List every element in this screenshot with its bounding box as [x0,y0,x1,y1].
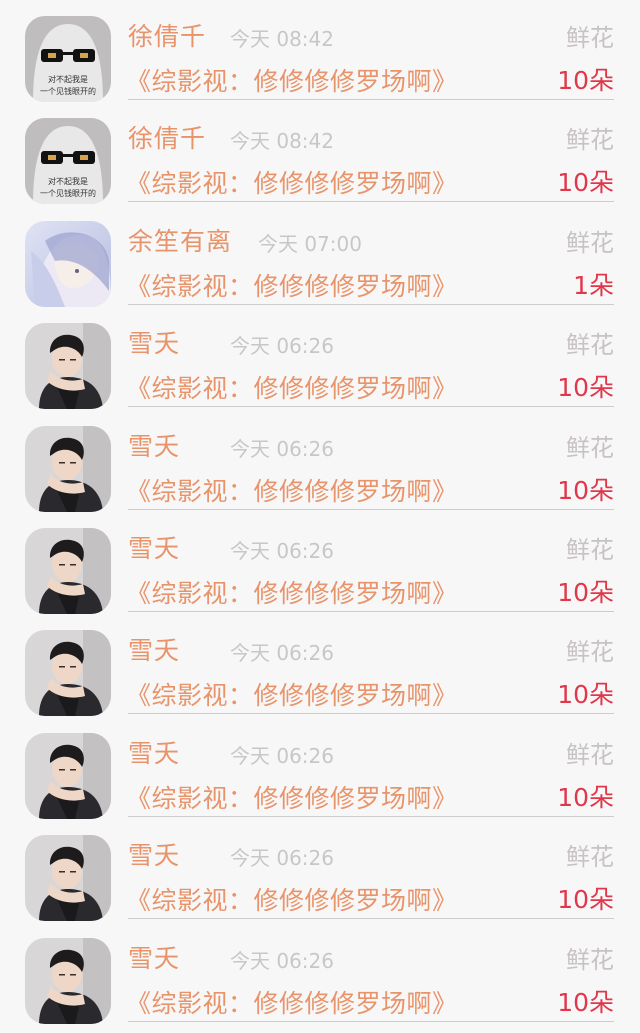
avatar[interactable]: 对不起我是 一个见钱眼开的 [25,16,111,102]
work-title[interactable]: 《综影视：修修修修罗场啊》 [126,369,458,405]
gift-count: 10朵 [557,885,614,915]
avatar-caption-line2: 一个见钱眼开的 [40,86,96,96]
work-title[interactable]: 《综影视：修修修修罗场啊》 [126,164,458,200]
avatar-caption-line1: 对不起我是 [48,74,88,84]
ghost-avatar-icon: 对不起我是 一个见钱眼开的 [25,16,111,102]
gift-record-content: 雪夭 今天 06:26 鲜花 《综影视：修修修修罗场啊》 10朵 [126,720,614,817]
gift-record-row-2[interactable]: 对不起我是 一个见钱眼开的 徐倩千 今天 08:42 鲜花 《综影视：修修修修罗… [0,105,640,207]
gift-count: 10朵 [557,168,614,198]
man-portrait-avatar-icon [25,835,111,922]
man-portrait-avatar-icon [25,937,111,1024]
timestamp: 今天 06:26 [230,948,334,973]
work-title[interactable]: 《综影视：修修修修罗场啊》 [126,984,458,1020]
gift-count: 10朵 [557,578,614,607]
gift-type-label: 鲜花 [566,740,614,769]
gift-record-row-10[interactable]: 雪夭 今天 06:26 鲜花 《综影视：修修修修罗场啊》 10朵 [0,925,640,1027]
timestamp: 今天 06:26 [230,436,334,461]
avatar[interactable] [25,732,111,819]
ghost-avatar-icon: 对不起我是 一个见钱眼开的 [25,118,111,205]
gift-record-row-7[interactable]: 雪夭 今天 06:26 鲜花 《综影视：修修修修罗场啊》 10朵 [0,617,640,719]
timestamp: 今天 08:42 [230,129,334,154]
gift-record-row-9[interactable]: 雪夭 今天 06:26 鲜花 《综影视：修修修修罗场啊》 10朵 [0,822,640,924]
work-title[interactable]: 《综影视：修修修修罗场啊》 [126,267,458,303]
gift-record-content: 雪夭 今天 06:26 鲜花 《综影视：修修修修罗场啊》 10朵 [126,413,614,510]
timestamp: 今天 06:26 [230,743,334,768]
sender-name[interactable]: 雪夭 [128,324,180,360]
anime-girl-avatar-icon [25,220,111,307]
sender-name[interactable]: 雪夭 [128,734,180,770]
gift-type-label: 鲜花 [566,126,614,155]
gift-count: 10朵 [557,66,614,95]
man-portrait-avatar-icon [25,630,111,717]
gift-record-content: 徐倩千 今天 08:42 鲜花 《综影视：修修修修罗场啊》 10朵 [126,105,614,203]
gift-record-content: 雪夭 今天 06:26 鲜花 《综影视：修修修修罗场啊》 10朵 [126,310,614,408]
work-title[interactable]: 《综影视：修修修修罗场啊》 [126,881,458,917]
gift-count: 10朵 [557,680,614,710]
avatar[interactable] [25,630,111,717]
work-title[interactable]: 《综影视：修修修修罗场啊》 [126,779,458,815]
gift-count: 10朵 [557,373,614,403]
gift-type-label: 鲜花 [566,331,614,360]
man-portrait-avatar-icon [25,528,111,614]
gift-record-content: 雪夭 今天 06:26 鲜花 《综影视：修修修修罗场啊》 10朵 [126,515,614,612]
avatar[interactable] [25,937,111,1024]
gift-record-content: 余笙有离 今天 07:00 鲜花 《综影视：修修修修罗场啊》 1朵 [126,208,614,305]
man-portrait-avatar-icon [25,732,111,819]
gift-count: 10朵 [557,782,614,812]
sender-name[interactable]: 徐倩千 [128,17,206,53]
avatar[interactable] [25,323,111,410]
avatar[interactable] [25,528,111,614]
timestamp: 今天 06:26 [230,641,334,666]
gift-type-label: 鲜花 [566,843,614,872]
timestamp: 今天 07:00 [258,231,362,256]
avatar-caption-line1: 对不起我是 [48,176,88,186]
gift-type-label: 鲜花 [566,638,614,667]
sender-name[interactable]: 雪夭 [128,427,180,463]
gift-record-row-6[interactable]: 雪夭 今天 06:26 鲜花 《综影视：修修修修罗场啊》 10朵 [0,515,640,617]
timestamp: 今天 06:26 [230,334,334,359]
gift-type-label: 鲜花 [566,228,614,257]
man-portrait-avatar-icon [25,323,111,410]
timestamp: 今天 06:26 [230,539,334,563]
avatar-caption-line2: 一个见钱眼开的 [40,188,96,198]
gift-record-row-3[interactable]: 余笙有离 今天 07:00 鲜花 《综影视：修修修修罗场啊》 1朵 [0,208,640,310]
gift-count: 1朵 [573,270,614,300]
sender-name[interactable]: 雪夭 [128,631,180,667]
avatar[interactable]: 对不起我是 一个见钱眼开的 [25,118,111,205]
avatar[interactable] [25,220,111,307]
gift-record-content: 雪夭 今天 06:26 鲜花 《综影视：修修修修罗场啊》 10朵 [126,925,614,1022]
timestamp: 今天 06:26 [230,846,334,871]
work-title[interactable]: 《综影视：修修修修罗场啊》 [126,676,458,712]
gift-type-label: 鲜花 [566,536,614,564]
avatar[interactable] [25,835,111,922]
work-title[interactable]: 《综影视：修修修修罗场啊》 [126,472,458,508]
sender-name[interactable]: 雪夭 [128,836,180,872]
work-title[interactable]: 《综影视：修修修修罗场啊》 [126,574,458,610]
gift-record-list: 对不起我是 一个见钱眼开的 徐倩千 今天 08:42 鲜花 《综影视：修修修修罗… [0,0,640,1033]
gift-record-content: 徐倩千 今天 08:42 鲜花 《综影视：修修修修罗场啊》 10朵 [126,3,614,100]
gift-record-row-8[interactable]: 雪夭 今天 06:26 鲜花 《综影视：修修修修罗场啊》 10朵 [0,720,640,822]
gift-type-label: 鲜花 [566,433,614,462]
gift-record-content: 雪夭 今天 06:26 鲜花 《综影视：修修修修罗场啊》 10朵 [126,617,614,715]
sender-name[interactable]: 余笙有离 [128,222,232,258]
gift-record-row-4[interactable]: 雪夭 今天 06:26 鲜花 《综影视：修修修修罗场啊》 10朵 [0,310,640,412]
sender-name[interactable]: 徐倩千 [128,119,206,155]
gift-type-label: 鲜花 [566,945,614,974]
timestamp: 今天 08:42 [230,27,334,51]
gift-count: 10朵 [557,987,614,1017]
sender-name[interactable]: 雪夭 [128,529,180,565]
avatar[interactable] [25,425,111,512]
gift-type-label: 鲜花 [566,24,614,52]
gift-count: 10朵 [557,475,614,505]
gift-record-row-1[interactable]: 对不起我是 一个见钱眼开的 徐倩千 今天 08:42 鲜花 《综影视：修修修修罗… [0,3,640,105]
gift-record-content: 雪夭 今天 06:26 鲜花 《综影视：修修修修罗场啊》 10朵 [126,822,614,920]
man-portrait-avatar-icon [25,425,111,512]
gift-record-row-5[interactable]: 雪夭 今天 06:26 鲜花 《综影视：修修修修罗场啊》 10朵 [0,413,640,515]
work-title[interactable]: 《综影视：修修修修罗场啊》 [126,62,458,98]
sender-name[interactable]: 雪夭 [128,939,180,975]
